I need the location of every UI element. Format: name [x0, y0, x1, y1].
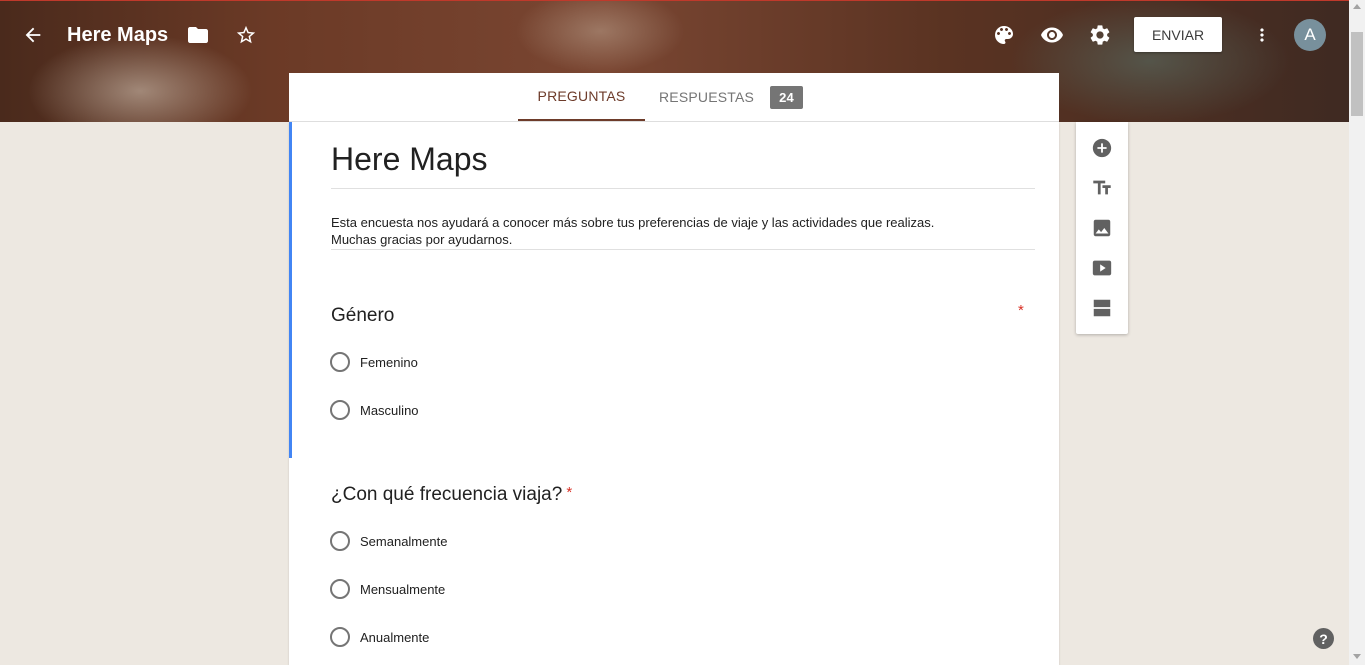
- option-femenino[interactable]: Femenino: [330, 352, 418, 372]
- folder-icon[interactable]: [178, 15, 218, 55]
- tab-questions-label: PREGUNTAS: [537, 88, 626, 104]
- radio-button[interactable]: [330, 627, 350, 647]
- question-title-frequency[interactable]: ¿Con qué frecuencia viaja? *: [331, 484, 572, 506]
- option-label: Masculino: [360, 402, 419, 418]
- tab-questions[interactable]: PREGUNTAS: [518, 73, 645, 121]
- responses-count-badge: 24: [770, 85, 803, 109]
- send-button[interactable]: ENVIAR: [1134, 17, 1222, 52]
- side-toolbar: [1076, 122, 1128, 334]
- title-text-icon[interactable]: [1082, 168, 1122, 208]
- radio-button[interactable]: [330, 579, 350, 599]
- vertical-scrollbar[interactable]: [1349, 0, 1365, 665]
- scroll-up-arrow-icon[interactable]: [1353, 4, 1361, 9]
- palette-icon[interactable]: [984, 15, 1024, 55]
- help-icon[interactable]: ?: [1313, 628, 1334, 649]
- radio-button[interactable]: [330, 352, 350, 372]
- eye-icon[interactable]: [1032, 15, 1072, 55]
- gear-icon[interactable]: [1080, 15, 1120, 55]
- tab-responses[interactable]: RESPUESTAS 24: [659, 73, 803, 121]
- radio-button[interactable]: [330, 531, 350, 551]
- form-card: Here Maps Esta encuesta nos ayudará a co…: [289, 122, 1059, 665]
- scroll-thumb[interactable]: [1351, 32, 1363, 116]
- add-question-icon[interactable]: [1082, 128, 1122, 168]
- video-icon[interactable]: [1082, 248, 1122, 288]
- star-outline-icon[interactable]: [226, 15, 266, 55]
- option-masculino[interactable]: Masculino: [330, 400, 419, 420]
- form-description[interactable]: Esta encuesta nos ayudará a conocer más …: [331, 214, 1035, 250]
- more-vert-icon[interactable]: [1242, 15, 1282, 55]
- active-section-indicator: [289, 122, 292, 458]
- avatar[interactable]: A: [1294, 19, 1326, 51]
- form-description-line-2: Muchas gracias por ayudarnos.: [331, 232, 513, 247]
- option-label: Anualmente: [360, 629, 430, 645]
- scroll-down-arrow-icon[interactable]: [1353, 654, 1361, 659]
- back-arrow-icon[interactable]: [13, 15, 53, 55]
- required-mark-gender: *: [1018, 302, 1024, 319]
- tab-responses-label: RESPUESTAS: [659, 89, 755, 105]
- option-semanalmente[interactable]: Semanalmente: [330, 531, 447, 551]
- question-title-text: ¿Con qué frecuencia viaja?: [331, 484, 563, 505]
- image-icon[interactable]: [1082, 208, 1122, 248]
- option-label: Femenino: [360, 354, 418, 370]
- option-label: Mensualmente: [360, 581, 446, 597]
- document-title[interactable]: Here Maps: [67, 24, 168, 47]
- tab-bar: PREGUNTAS RESPUESTAS 24: [289, 73, 1059, 122]
- radio-button[interactable]: [330, 400, 350, 420]
- option-label: Semanalmente: [360, 533, 448, 549]
- section-icon[interactable]: [1082, 288, 1122, 328]
- option-mensualmente[interactable]: Mensualmente: [330, 579, 445, 599]
- option-anualmente[interactable]: Anualmente: [330, 627, 429, 647]
- form-title[interactable]: Here Maps: [331, 141, 1035, 189]
- top-bar: Here Maps ENVIAR A: [0, 0, 1349, 72]
- form-description-line-1: Esta encuesta nos ayudará a conocer más …: [331, 215, 935, 230]
- required-mark-frequency: *: [566, 484, 573, 501]
- question-title-gender[interactable]: Género: [331, 305, 394, 327]
